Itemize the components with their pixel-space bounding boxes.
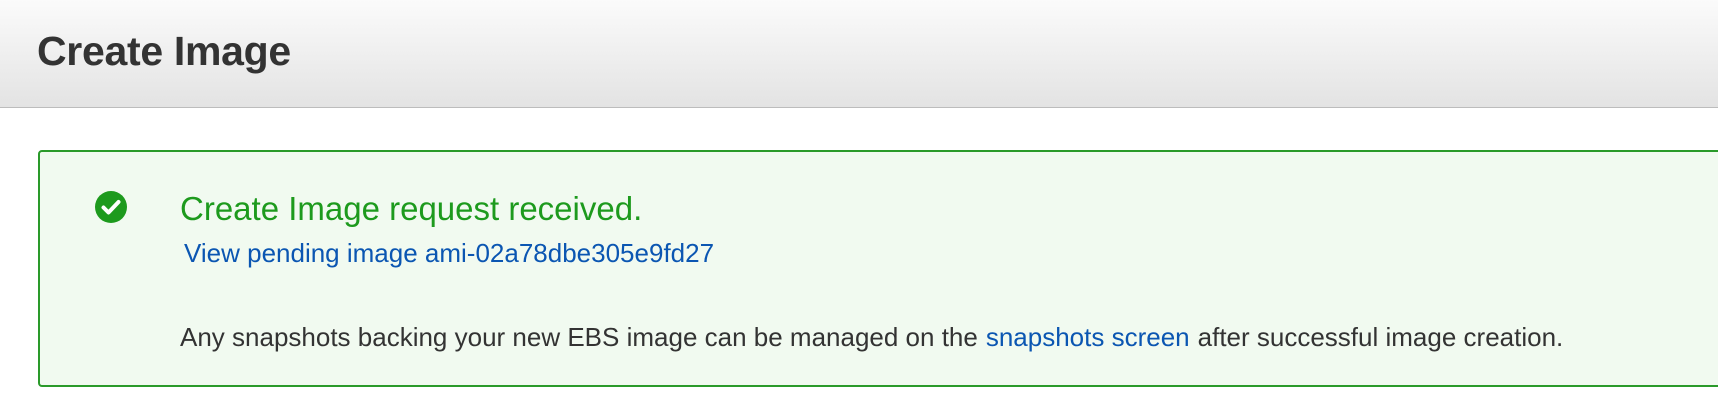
page-title: Create Image <box>37 28 291 74</box>
pending-image-id: ami-02a78dbe305e9fd27 <box>424 238 715 268</box>
success-alert: Create Image request received. View pend… <box>38 150 1718 387</box>
pending-link-label: View pending image <box>184 238 425 268</box>
snapshots-screen-link[interactable]: snapshots screen <box>986 322 1190 352</box>
check-circle-icon <box>95 191 127 223</box>
alert-message-before: Any snapshots backing your new EBS image… <box>180 322 978 352</box>
alert-message-after: after successful image creation. <box>1197 322 1564 352</box>
alert-message: Any snapshots backing your new EBS image… <box>180 322 1563 353</box>
view-pending-image-link[interactable]: View pending image ami-02a78dbe305e9fd27 <box>184 238 714 269</box>
alert-title: Create Image request received. <box>180 190 643 227</box>
page-header: Create Image <box>0 0 1718 108</box>
